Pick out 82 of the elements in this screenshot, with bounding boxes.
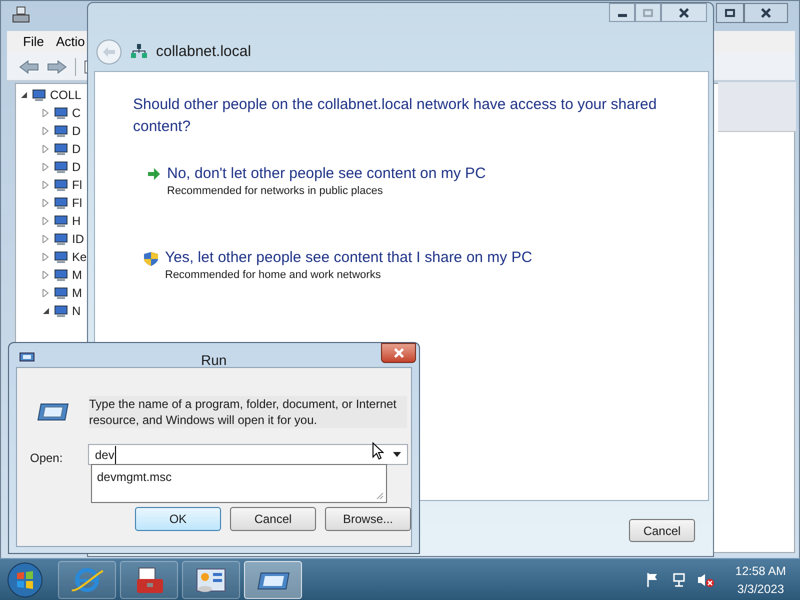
back-arrow-icon[interactable] xyxy=(19,60,39,74)
dialog-title: Run xyxy=(201,351,227,370)
collapsed-arrow-icon[interactable] xyxy=(42,217,50,225)
run-icon xyxy=(37,402,69,422)
device-icon xyxy=(53,231,69,247)
device-icon xyxy=(53,105,69,121)
tree-item[interactable]: D xyxy=(72,122,81,140)
tree-item[interactable]: N xyxy=(72,302,81,320)
open-combo-box[interactable]: dev xyxy=(88,444,408,465)
option-link[interactable]: No, don't let other people see content on my PC Recommended for networks in public places xyxy=(167,164,486,198)
start-button[interactable] xyxy=(6,560,44,598)
tree-item[interactable]: ID xyxy=(72,230,84,248)
muted-volume-icon[interactable] xyxy=(697,572,716,588)
dialog-button[interactable]: Cancel xyxy=(230,507,316,531)
device-icon xyxy=(53,195,69,211)
dialog-button[interactable]: Browse... xyxy=(325,507,411,531)
cancel-button[interactable]: Cancel xyxy=(629,519,695,542)
device-icon xyxy=(53,303,69,319)
device-icon xyxy=(31,87,47,103)
collapsed-arrow-icon[interactable] xyxy=(42,109,50,117)
close-button[interactable] xyxy=(744,3,788,23)
network-icon xyxy=(130,43,148,61)
clock-time[interactable]: 12:58 AM xyxy=(735,562,786,580)
device-icon xyxy=(53,177,69,193)
mouse-pointer-icon xyxy=(372,442,384,460)
back-button[interactable] xyxy=(96,39,122,65)
collapsed-arrow-icon[interactable] xyxy=(42,199,50,207)
collapsed-arrow-icon[interactable] xyxy=(42,235,50,243)
tree-item[interactable]: C xyxy=(72,104,81,122)
taskbar-button[interactable] xyxy=(244,560,302,598)
tree-item[interactable]: D xyxy=(72,140,81,158)
shield-icon xyxy=(143,251,159,267)
forward-arrow-icon[interactable] xyxy=(47,60,67,74)
close-icon xyxy=(760,7,772,19)
close-icon xyxy=(392,347,404,359)
computer-icon xyxy=(11,5,31,25)
dropdown-arrow-icon[interactable] xyxy=(393,452,401,457)
close-button[interactable] xyxy=(381,343,416,363)
tree-item[interactable]: COLL xyxy=(50,86,82,104)
taskbar-button[interactable] xyxy=(120,560,178,598)
dialog-button[interactable]: OK xyxy=(135,507,221,531)
expanded-arrow-icon[interactable] xyxy=(42,307,50,315)
description-text: Type the name of a program, folder, document, or Internet resource, and Windows will open it for you. xyxy=(89,396,407,428)
collapsed-arrow-icon[interactable] xyxy=(42,145,50,153)
device-icon xyxy=(53,141,69,157)
minimize-button[interactable] xyxy=(609,3,635,22)
device-icon xyxy=(53,159,69,175)
collapsed-arrow-icon[interactable] xyxy=(42,289,50,297)
collapsed-arrow-icon[interactable] xyxy=(42,253,50,261)
collapsed-arrow-icon[interactable] xyxy=(42,271,50,279)
taskbar-button[interactable] xyxy=(58,560,116,598)
expanded-arrow-icon[interactable] xyxy=(20,91,28,99)
option-link[interactable]: Yes, let other people see content that I share on my PC Recommended for home and work networks xyxy=(165,248,532,282)
tree-item[interactable]: Fl xyxy=(72,194,82,212)
tree-item[interactable]: Fl xyxy=(72,176,82,194)
device-icon xyxy=(53,249,69,265)
question-text: Should other people on the collabnet.local network have access to your shared content? xyxy=(133,95,658,137)
menu-item[interactable]: File xyxy=(23,32,44,52)
collapsed-arrow-icon[interactable] xyxy=(42,127,50,135)
run-icon xyxy=(19,352,35,362)
menu-item[interactable]: Actio xyxy=(56,32,85,52)
device-icon xyxy=(53,267,69,283)
restore-button[interactable] xyxy=(716,3,744,23)
tree-item[interactable]: M xyxy=(72,284,82,302)
collapsed-arrow-icon[interactable] xyxy=(42,163,50,171)
arrow-icon xyxy=(147,167,161,181)
device-icon xyxy=(53,123,69,139)
tree-item[interactable]: H xyxy=(72,212,81,230)
clock-date[interactable]: 3/3/2023 xyxy=(737,580,784,598)
tree-item[interactable]: D xyxy=(72,158,81,176)
network-icon[interactable] xyxy=(671,572,688,588)
location-title: collabnet.local xyxy=(156,42,252,62)
tree-item[interactable]: M xyxy=(72,266,82,284)
open-label: Open: xyxy=(30,450,63,467)
taskbar-button[interactable] xyxy=(182,560,240,598)
tree-item[interactable]: Ke xyxy=(72,248,87,266)
close-button[interactable] xyxy=(661,3,707,22)
collapsed-arrow-icon[interactable] xyxy=(42,181,50,189)
device-icon xyxy=(53,285,69,301)
device-icon xyxy=(53,213,69,229)
resize-grip-icon[interactable] xyxy=(376,492,384,500)
close-icon xyxy=(678,6,690,18)
